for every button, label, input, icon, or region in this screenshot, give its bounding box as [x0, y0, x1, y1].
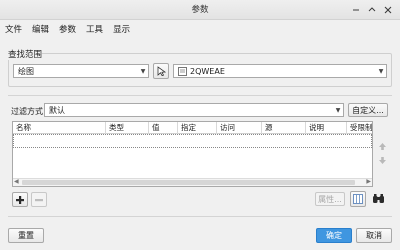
ok-button[interactable]: 确定: [316, 228, 352, 243]
column-header-name[interactable]: 名称: [13, 122, 106, 134]
scroll-right-icon[interactable]: ▶: [366, 178, 371, 185]
remove-parameter-button[interactable]: [31, 192, 47, 207]
close-icon[interactable]: [382, 4, 394, 16]
move-up-icon[interactable]: [377, 141, 387, 151]
section-divider: [8, 95, 392, 96]
filter-select-value: 默认: [49, 105, 65, 115]
reset-button[interactable]: 重置: [8, 228, 44, 243]
column-header-restricted[interactable]: 受限制: [347, 122, 374, 134]
object-select-value: 2QWEAE: [190, 66, 225, 76]
minus-icon: [35, 198, 43, 201]
parameters-dialog: 参数 文件 编辑 参数 工具 显示 查找范围 绘图 ▼ 2QWEAE ▼ 过滤方…: [0, 0, 400, 250]
customize-button[interactable]: 自定义...: [348, 103, 388, 117]
column-header-type[interactable]: 类型: [106, 122, 149, 134]
cursor-arrow-icon: [157, 66, 166, 76]
scroll-left-icon[interactable]: ◀: [14, 178, 19, 185]
table-columns-icon: [353, 194, 363, 204]
menu-edit[interactable]: 编辑: [32, 23, 49, 35]
title-bar: 参数: [0, 0, 400, 20]
chevron-down-icon: ▼: [140, 67, 146, 75]
scope-select-value: 绘图: [18, 66, 34, 76]
menu-parameters[interactable]: 参数: [59, 23, 76, 35]
move-down-icon[interactable]: [377, 155, 387, 165]
add-parameter-button[interactable]: [12, 192, 28, 207]
column-header-value[interactable]: 值: [149, 122, 178, 134]
object-select[interactable]: 2QWEAE ▼: [173, 64, 387, 78]
binoculars-icon[interactable]: [370, 191, 386, 207]
column-header-description[interactable]: 说明: [306, 122, 347, 134]
drawing-icon: [178, 67, 187, 76]
menu-display[interactable]: 显示: [113, 23, 130, 35]
plus-icon: [16, 195, 24, 204]
horizontal-scrollbar[interactable]: ◀ ▶: [13, 178, 372, 186]
column-header-designate[interactable]: 指定: [178, 122, 217, 134]
chevron-down-icon: ▼: [378, 67, 384, 75]
search-scope-label: 查找范围: [8, 48, 43, 60]
parameters-table: 名称 类型 值 指定 访问 源 说明 受限制 ◀ ▶: [12, 121, 373, 187]
chevron-down-icon: ▼: [335, 106, 341, 114]
filter-label: 过滤方式: [11, 107, 43, 116]
cancel-button[interactable]: 取消: [356, 228, 392, 243]
scope-select[interactable]: 绘图 ▼: [13, 64, 149, 78]
minimize-icon[interactable]: [350, 4, 362, 16]
columns-view-button[interactable]: [350, 191, 366, 207]
menu-bar: 文件 编辑 参数 工具 显示: [0, 20, 400, 38]
properties-button[interactable]: 属性...: [315, 192, 345, 206]
filter-select[interactable]: 默认 ▼: [44, 103, 344, 117]
window-title: 参数: [191, 5, 209, 15]
column-header-source[interactable]: 源: [262, 122, 306, 134]
menu-tools[interactable]: 工具: [86, 23, 103, 35]
footer-divider: [8, 216, 392, 217]
select-object-button[interactable]: [153, 63, 169, 79]
table-row[interactable]: [13, 134, 372, 148]
maximize-icon[interactable]: [366, 4, 378, 16]
column-header-access[interactable]: 访问: [217, 122, 262, 134]
table-header: 名称 类型 值 指定 访问 源 说明 受限制: [13, 122, 374, 134]
scrollbar-thumb[interactable]: [22, 180, 355, 185]
menu-file[interactable]: 文件: [5, 23, 22, 35]
